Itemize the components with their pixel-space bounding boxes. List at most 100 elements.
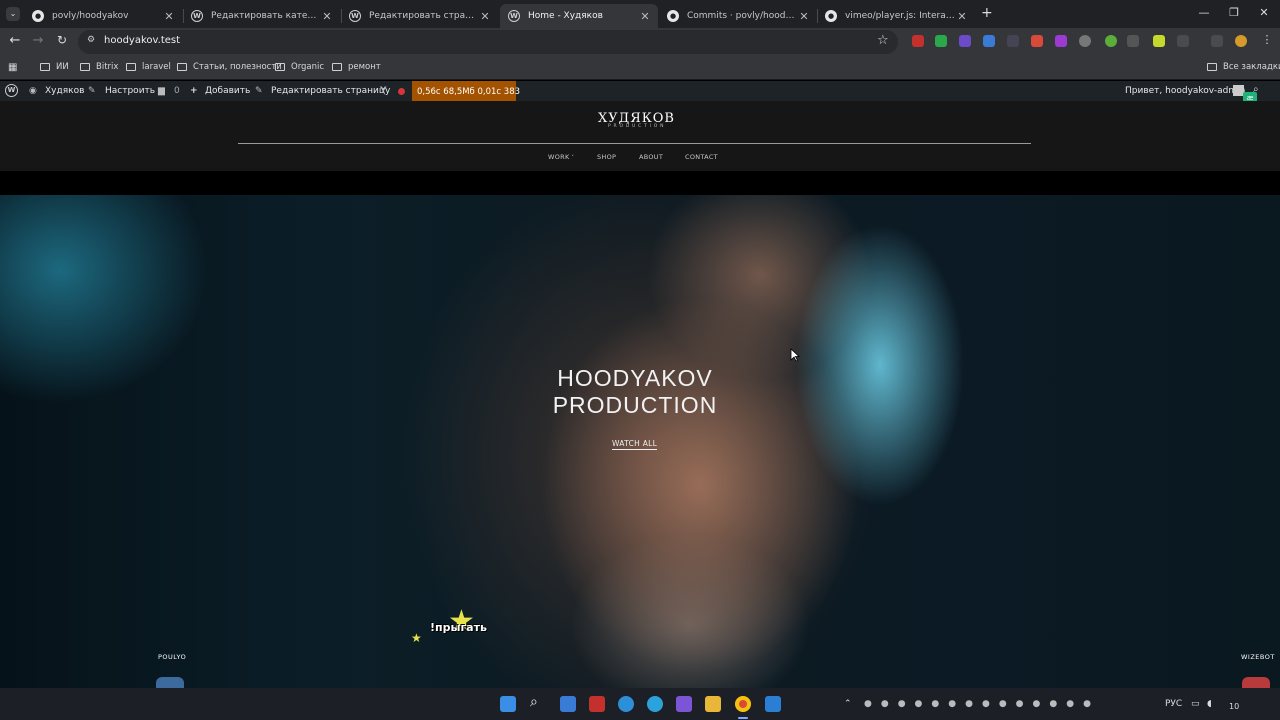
- address-bar[interactable]: ⚙ hoodyakov.test ☆: [78, 30, 898, 54]
- chevron-up-icon[interactable]: ⌃: [844, 699, 852, 709]
- watch-all-link[interactable]: WATCH ALL: [612, 439, 658, 450]
- window-close-icon[interactable]: ✕: [1254, 6, 1274, 19]
- bookmark-label: ремонт: [348, 62, 381, 72]
- blue-extension-icon[interactable]: [983, 35, 995, 47]
- close-icon[interactable]: ✕: [955, 10, 969, 23]
- chrome-icon[interactable]: [735, 696, 751, 712]
- close-icon[interactable]: ✕: [797, 10, 811, 23]
- tab-edit-page[interactable]: W Редактировать страницу “Hom ✕: [341, 4, 498, 28]
- start-icon[interactable]: [500, 696, 516, 712]
- forward-icon[interactable]: →: [29, 33, 47, 48]
- apps-icon[interactable]: ▦: [8, 62, 17, 73]
- green-extension-icon[interactable]: [1105, 35, 1117, 47]
- bookmark-label: Organic: [291, 62, 325, 72]
- browser-toolbar: ← → ↻ ⚙ hoodyakov.test ☆ ⋮: [0, 28, 1280, 56]
- back-icon[interactable]: ←: [6, 33, 24, 48]
- github-icon: ●: [32, 10, 44, 22]
- nav-about[interactable]: ABOUT: [639, 153, 663, 161]
- bookmark-remont[interactable]: ремонт: [332, 62, 381, 72]
- minimize-icon[interactable]: —: [1194, 6, 1214, 19]
- nav-contact[interactable]: CONTACT: [685, 153, 718, 161]
- language-indicator[interactable]: РУС: [1165, 699, 1182, 709]
- tab-label: Home - Худяков: [528, 11, 603, 21]
- bookmark-label: laravel: [142, 62, 171, 72]
- close-icon[interactable]: ✕: [478, 10, 492, 23]
- app-icon[interactable]: [560, 696, 576, 712]
- menu-icon[interactable]: ⋮: [1258, 33, 1276, 46]
- tab-edit-category[interactable]: W Редактировать категорию вид ✕: [183, 4, 340, 28]
- reload-icon[interactable]: ↻: [53, 33, 71, 47]
- explorer-icon[interactable]: [705, 696, 721, 712]
- profile-avatar[interactable]: [1235, 35, 1247, 47]
- chevron-down-icon: ˅: [569, 155, 575, 161]
- filezilla-icon[interactable]: [589, 696, 605, 712]
- dev-extension-icon[interactable]: [1007, 35, 1019, 47]
- admin-greeting[interactable]: Привет, hoodyakov-admin: [1125, 86, 1245, 96]
- adblock-extension-icon[interactable]: [912, 35, 924, 47]
- active-app-indicator: [738, 717, 748, 719]
- admin-edit-page[interactable]: Редактировать страницу: [271, 86, 390, 96]
- folder-icon: [332, 63, 342, 71]
- query-monitor-stats[interactable]: 0,56с 68,5Мб 0,01с 383: [412, 81, 520, 101]
- nav-work[interactable]: WORK ˅: [548, 153, 574, 161]
- tab-label: povly/hoodyakov: [52, 11, 129, 21]
- telegram-icon[interactable]: [647, 696, 663, 712]
- volume-icon[interactable]: ◖: [1207, 699, 1212, 709]
- bookmark-bitrix[interactable]: Bitrix: [80, 62, 118, 72]
- bookmark-ii[interactable]: ИИ: [40, 62, 69, 72]
- tab-search-button[interactable]: ⌄: [6, 7, 20, 21]
- new-tab-button[interactable]: +: [981, 5, 993, 21]
- obsidian-icon[interactable]: [676, 696, 692, 712]
- site-header: ХУДЯКОВ PRODUCTION WORK ˅ SHOP ABOUT CON…: [0, 101, 1280, 171]
- tab-commits[interactable]: ● Commits · povly/hoodyakov ✕: [659, 4, 817, 28]
- stream-jump-text: !прыгать: [430, 621, 487, 634]
- tab-label: Редактировать категорию вид: [211, 11, 320, 21]
- tab-vimeo-player[interactable]: ● vimeo/player.js: Interact with an ✕: [817, 4, 975, 28]
- network-icon[interactable]: ▭: [1191, 699, 1200, 709]
- bookmark-articles[interactable]: Статьи, полезности: [177, 62, 282, 72]
- tab-povly-hoodyakov[interactable]: ● povly/hoodyakov ✕: [24, 4, 182, 28]
- bookmark-organic[interactable]: Organic: [275, 62, 324, 72]
- bookmark-star-icon[interactable]: ☆: [877, 33, 889, 48]
- violet-extension-icon[interactable]: [1055, 35, 1067, 47]
- nav-label: WORK: [548, 153, 570, 161]
- header-spacer: [0, 171, 1280, 195]
- site-info-icon[interactable]: ⚙: [87, 35, 95, 45]
- admin-customize[interactable]: Настроить: [105, 86, 155, 96]
- streamer-name: POULYO: [158, 653, 187, 661]
- wordpress-logo-icon[interactable]: W: [5, 84, 18, 97]
- hero-video[interactable]: HOODYAKOV PRODUCTION WATCH ALL ★ ★ !прыг…: [0, 195, 1280, 688]
- shield-extension-icon[interactable]: [935, 35, 947, 47]
- clock[interactable]: 10: [1229, 702, 1239, 711]
- streamer-avatar: [156, 677, 184, 688]
- bot-avatar: [1242, 677, 1270, 688]
- tab-label: Редактировать страницу “Hom: [369, 11, 478, 21]
- admin-comments-count[interactable]: 0: [174, 86, 180, 96]
- red-extension-icon[interactable]: [1031, 35, 1043, 47]
- close-icon[interactable]: ✕: [320, 10, 334, 23]
- playlist-icon[interactable]: [1211, 35, 1223, 47]
- wp-admin-bar: W ◉ Худяков ✎ Настроить ▆ 0 + Добавить ✎…: [0, 81, 1280, 101]
- tab-home-hudyakov[interactable]: W Home - Худяков ✕: [500, 4, 658, 28]
- bookmark-laravel[interactable]: laravel: [126, 62, 171, 72]
- tab-label: Commits · povly/hoodyakov: [687, 11, 797, 21]
- tray-icons[interactable]: ●●●●●●●●●●●●●●: [864, 699, 1100, 709]
- edge-icon[interactable]: [618, 696, 634, 712]
- close-icon[interactable]: ✕: [638, 10, 652, 23]
- restore-icon[interactable]: ❐: [1224, 6, 1244, 19]
- grey-extension-icon[interactable]: [1079, 35, 1091, 47]
- extensions-icon[interactable]: [1177, 35, 1189, 47]
- nav-shop[interactable]: SHOP: [597, 153, 616, 161]
- admin-site-name[interactable]: Худяков: [45, 86, 84, 96]
- yoast-icon[interactable]: Y: [380, 86, 387, 96]
- search-icon[interactable]: ⌕: [530, 694, 546, 710]
- all-bookmarks[interactable]: Все закладки: [1207, 62, 1280, 72]
- admin-add-new[interactable]: Добавить: [205, 86, 250, 96]
- vscode-icon[interactable]: [765, 696, 781, 712]
- purple-extension-icon[interactable]: [959, 35, 971, 47]
- header-divider: [238, 143, 1031, 144]
- grid-extension-icon[interactable]: [1127, 35, 1139, 47]
- dashboard-icon: ◉: [29, 86, 37, 96]
- yellow-extension-icon[interactable]: [1153, 35, 1165, 47]
- close-icon[interactable]: ✕: [162, 10, 176, 23]
